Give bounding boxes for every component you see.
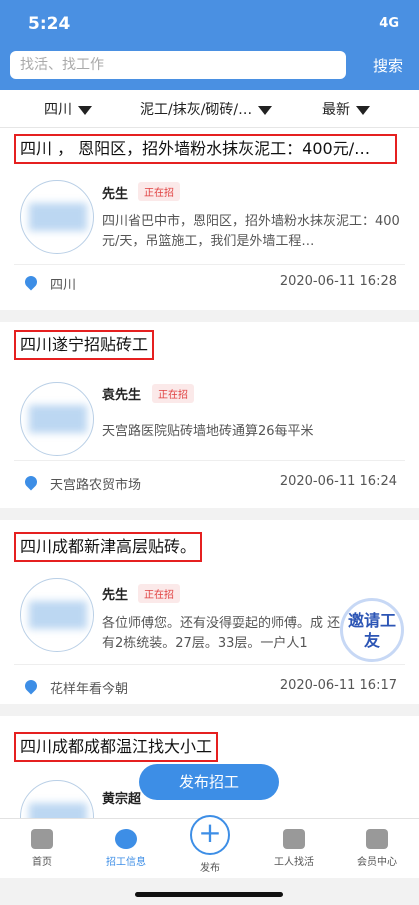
tab-post[interactable]: + 发布 <box>168 815 252 874</box>
location-pin-icon <box>22 473 40 491</box>
divider <box>14 264 405 265</box>
avatar <box>20 578 94 652</box>
status-badge: 正在招 <box>138 182 180 201</box>
tab-home[interactable]: 首页 <box>0 819 84 868</box>
filter-sort[interactable]: 最新 <box>322 99 370 119</box>
avatar <box>20 180 94 254</box>
clock: 5:24 <box>28 14 71 34</box>
status-badge: 正在招 <box>138 584 180 603</box>
network-label: 4G <box>379 16 399 31</box>
search-input[interactable]: 找活、找工作 <box>10 51 346 79</box>
job-location: 天宫路农贸市场 <box>50 478 142 493</box>
job-title: 四川 ， 恩阳区，招外墙粉水抹灰泥工：400元/… <box>14 134 397 164</box>
job-date: 2020-06-11 16:28 <box>279 274 397 289</box>
job-location: 花样年看今朝 <box>50 682 129 697</box>
post-job-button[interactable]: 发布招工 <box>139 764 279 800</box>
plus-icon: + <box>190 815 230 855</box>
job-date: 2020-06-11 16:17 <box>279 678 397 693</box>
tab-jobs[interactable]: 招工信息 <box>84 819 168 868</box>
tab-member[interactable]: 会员中心 <box>335 819 419 868</box>
search-button[interactable]: 搜索 <box>373 55 403 76</box>
status-bar: 5:24 4G <box>0 14 419 38</box>
filter-bar: 四川 泥工/抹灰/砌砖/… 最新 <box>0 90 419 128</box>
job-title: 四川成都新津高层贴砖。 <box>14 532 203 562</box>
divider <box>14 664 405 665</box>
contact-name: 袁先生 <box>102 388 142 403</box>
job-description: 各位师傅您。还有没得耍起的师傅。成 还有2栋统装。27层。33层。一户人1 <box>102 616 341 651</box>
job-location: 四川 <box>50 278 77 293</box>
status-badge: 正在招 <box>152 384 194 403</box>
filter-trade[interactable]: 泥工/抹灰/砌砖/… <box>140 99 272 119</box>
location-pin-icon <box>22 273 40 291</box>
job-card[interactable]: 四川遂宁招贴砖工 袁先生 正在招 天宫路医院贴砖墙地砖通算26每平米 天宫路农贸… <box>0 322 419 508</box>
divider <box>14 460 405 461</box>
job-description: 天宫路医院贴砖墙地砖通算26每平米 <box>102 424 314 439</box>
contact-name: 先生 <box>102 187 129 202</box>
contact-name: 黄宗超 <box>102 792 142 807</box>
worker-search-icon <box>283 829 305 849</box>
avatar <box>20 382 94 456</box>
header: 5:24 4G 找活、找工作 搜索 <box>0 0 419 90</box>
job-title: 四川遂宁招贴砖工 <box>14 330 155 360</box>
job-title: 四川成都成都温江找大小工 <box>14 732 219 762</box>
invite-friends-button[interactable]: 邀请工友 <box>340 598 404 662</box>
tab-bar: 首页 招工信息 + 发布 工人找活 会员中心 <box>0 815 419 878</box>
job-description: 四川省巴中市，恩阳区，招外墙粉水抹灰泥工：400元/天，吊篮施工，我们是外墙工程… <box>102 214 400 249</box>
job-date: 2020-06-11 16:24 <box>279 474 397 489</box>
job-card[interactable]: 四川 ， 恩阳区，招外墙粉水抹灰泥工：400元/… 先生 正在招 四川省巴中市，… <box>0 128 419 310</box>
member-icon <box>366 829 388 849</box>
home-indicator <box>135 892 283 897</box>
people-icon <box>115 829 137 849</box>
tab-workers[interactable]: 工人找活 <box>252 819 336 868</box>
home-icon <box>31 829 53 849</box>
filter-region[interactable]: 四川 <box>44 99 92 119</box>
location-pin-icon <box>22 677 40 695</box>
contact-name: 先生 <box>102 588 129 603</box>
